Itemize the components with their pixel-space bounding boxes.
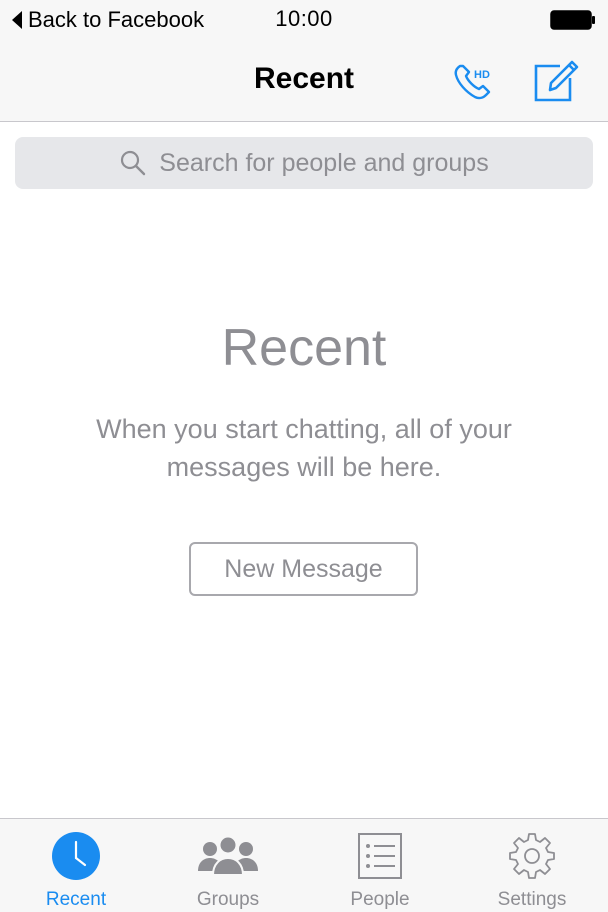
search-input[interactable]: Search for people and groups [15,137,593,189]
empty-state-title: Recent [221,319,387,377]
tab-recent[interactable]: Recent [0,819,152,912]
hd-phone-icon: HD [454,64,491,100]
group-icon [198,835,258,876]
tab-label-groups: Groups [196,889,260,910]
tab-bar: Recent Groups People Settings [0,818,608,912]
search-placeholder: Search for people and groups [159,148,489,177]
messenger-screen: Back to Facebook 10:00 Recent HD Search … [0,0,608,912]
status-bar: Back to Facebook 10:00 [0,0,608,40]
new-message-button[interactable]: New Message [189,542,418,596]
clock-icon [52,832,100,880]
list-icon [358,833,402,879]
compose-button[interactable] [530,54,582,106]
tab-people[interactable]: People [304,819,456,912]
empty-state-message: When you start chatting, all of your mes… [96,414,512,482]
search-icon [121,150,146,176]
svg-text:HD: HD [474,69,490,81]
tab-label-recent: Recent [45,889,107,910]
tab-groups[interactable]: Groups [152,819,304,912]
tab-label-settings: Settings [497,889,567,910]
status-time: 10:00 [275,6,333,31]
gear-icon [509,833,555,879]
battery-icon [550,10,595,30]
tab-label-people: People [350,889,410,910]
tab-settings[interactable]: Settings [456,819,608,912]
page-title: Recent [253,62,355,95]
hd-call-button[interactable]: HD [448,56,498,106]
navigation-bar: Recent HD [0,40,608,122]
compose-icon [534,60,579,102]
